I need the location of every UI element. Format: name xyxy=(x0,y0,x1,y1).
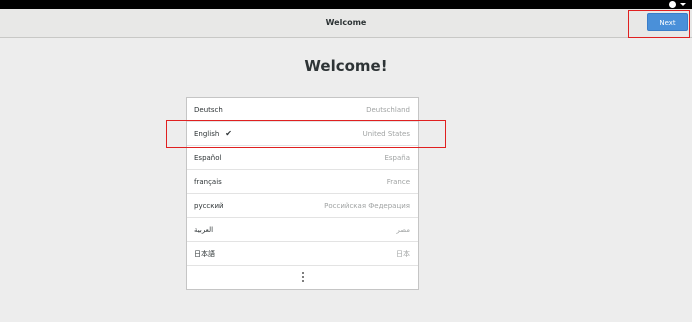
page-heading: Welcome! xyxy=(304,57,388,75)
language-region: España xyxy=(384,154,410,162)
language-row-arabic[interactable]: العربية مصر xyxy=(187,218,418,242)
system-menu[interactable] xyxy=(669,0,686,9)
language-row-russian[interactable]: русский Российская Федерация xyxy=(187,194,418,218)
language-name: русский xyxy=(194,202,224,210)
language-name: français xyxy=(194,178,222,186)
checkmark-icon: ✔ xyxy=(225,129,232,138)
language-row-francais[interactable]: français France xyxy=(187,170,418,194)
language-row-english[interactable]: English ✔ United States xyxy=(187,122,418,146)
language-name-wrap: English ✔ xyxy=(194,122,232,146)
language-list: Deutsch Deutschland English ✔ United Stat… xyxy=(186,97,419,290)
more-vertical-icon[interactable] xyxy=(301,272,304,282)
language-region: France xyxy=(386,178,410,186)
next-button[interactable]: Next xyxy=(647,13,688,31)
more-languages-row[interactable] xyxy=(187,266,418,289)
top-bar xyxy=(0,0,692,9)
language-row-japanese[interactable]: 日本語 日本 xyxy=(187,242,418,266)
language-row-espanol[interactable]: Español España xyxy=(187,146,418,170)
window-title: Welcome xyxy=(325,18,367,27)
language-name: العربية xyxy=(194,226,214,234)
language-region: Deutschland xyxy=(366,106,410,114)
accessibility-icon[interactable] xyxy=(669,1,676,8)
chevron-down-icon[interactable] xyxy=(680,3,686,6)
language-region: مصر xyxy=(396,226,410,234)
language-region: United States xyxy=(362,130,410,138)
header-bar: Welcome xyxy=(0,9,692,38)
language-name: Español xyxy=(194,154,222,162)
language-region: Российская Федерация xyxy=(324,202,410,210)
language-name: English xyxy=(194,130,220,138)
language-name: Deutsch xyxy=(194,106,223,114)
language-name: 日本語 xyxy=(194,250,215,258)
language-region: 日本 xyxy=(396,250,410,258)
language-row-deutsch[interactable]: Deutsch Deutschland xyxy=(187,98,418,122)
